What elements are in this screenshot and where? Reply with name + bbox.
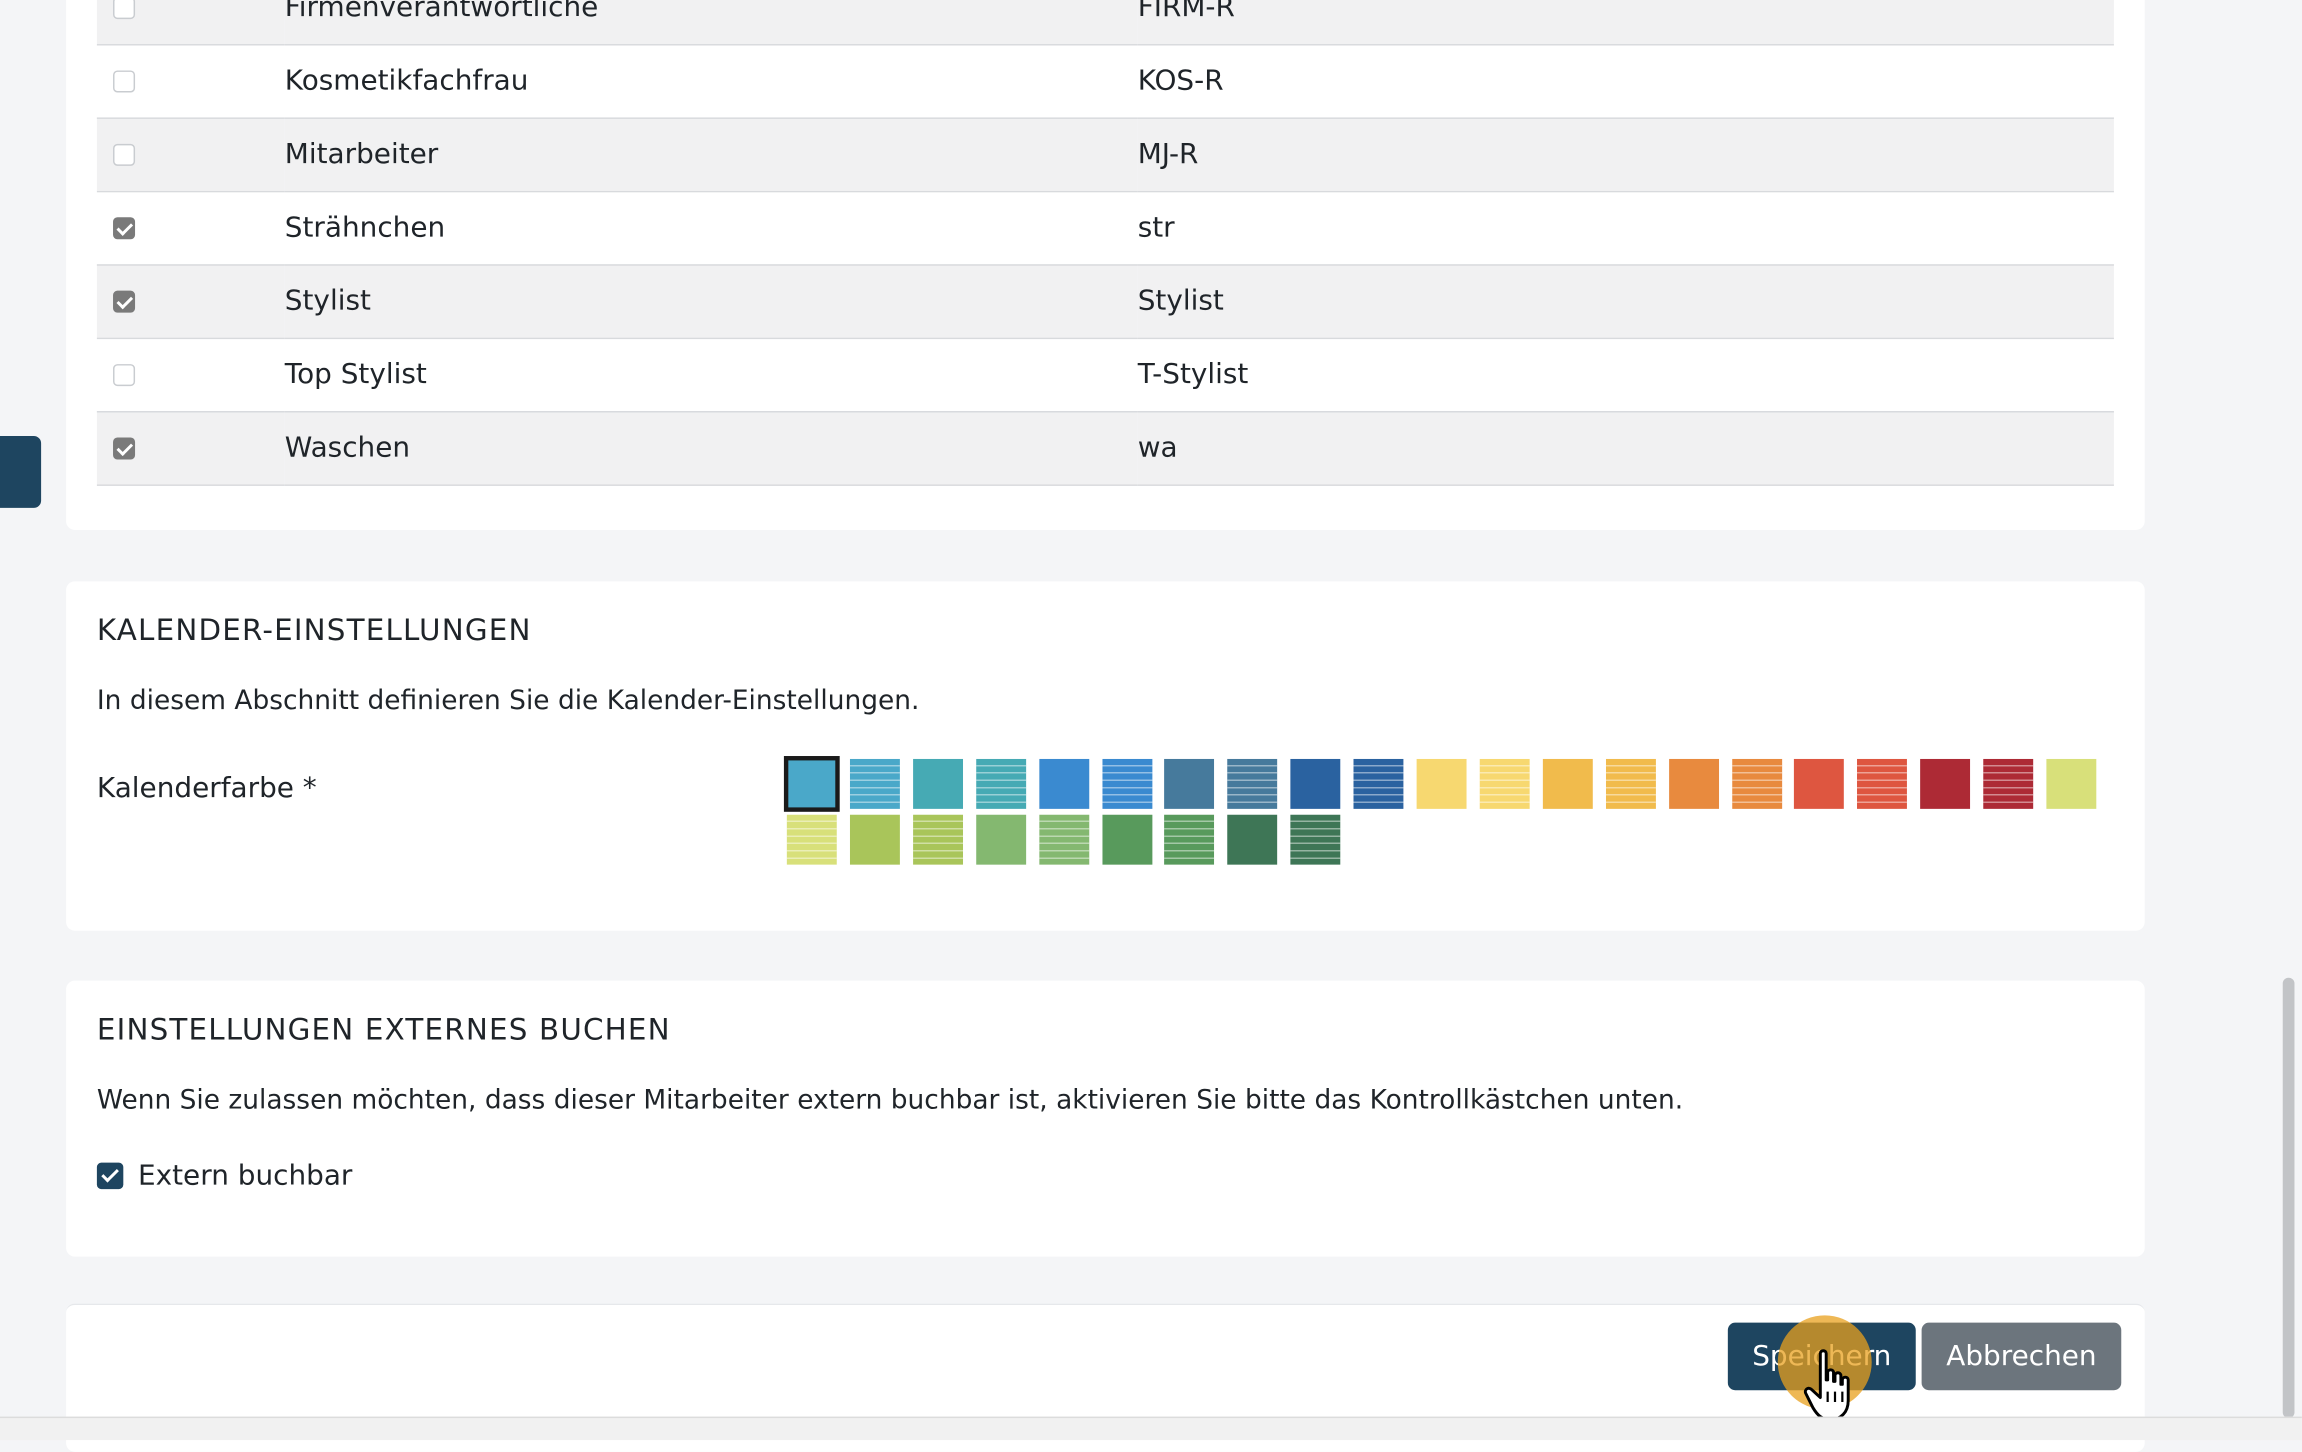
role-name: Mitarbeiter — [284, 117, 1138, 192]
role-name: Firmenverantwortliche — [284, 0, 1138, 45]
row-checkbox-cell — [96, 117, 285, 192]
role-checkbox[interactable] — [113, 290, 136, 313]
table-row: Waschen wa — [96, 411, 2114, 486]
color-swatch[interactable] — [1164, 758, 1215, 809]
role-code: FIRM-R — [1137, 0, 2114, 45]
color-swatch[interactable] — [975, 814, 1026, 865]
external-section-description: Wenn Sie zulassen möchten, dass dieser M… — [96, 1084, 1684, 1116]
color-swatch[interactable] — [1164, 814, 1215, 865]
color-swatch[interactable] — [1479, 758, 1530, 809]
table-row: Stylist Stylist — [96, 264, 2114, 339]
external-section-title: EINSTELLUNGEN EXTERNES BUCHEN — [96, 1011, 671, 1047]
color-swatch[interactable] — [975, 758, 1026, 809]
row-checkbox-cell — [96, 190, 285, 265]
table-row: Top Stylist T-Stylist — [96, 337, 2114, 412]
role-checkbox[interactable] — [113, 70, 136, 93]
cancel-button[interactable]: Abbrechen — [1921, 1322, 2122, 1391]
role-code: Stylist — [1137, 264, 2114, 339]
role-code: str — [1137, 190, 2114, 265]
table-row: Mitarbeiter MJ-R — [96, 117, 2114, 192]
role-name: Strähnchen — [284, 190, 1138, 265]
color-swatch[interactable] — [783, 756, 840, 812]
table-row: Firmenverantwortliche FIRM-R — [96, 0, 2114, 45]
color-swatch[interactable] — [1416, 758, 1467, 809]
color-swatch[interactable] — [1794, 758, 1845, 809]
color-swatch[interactable] — [2046, 758, 2097, 809]
color-swatch[interactable] — [1605, 758, 1656, 809]
calendar-section-description: In diesem Abschnitt definieren Sie die K… — [96, 685, 920, 717]
role-checkbox[interactable] — [113, 364, 136, 387]
page: Firmenverantwortliche FIRM-R Kosmetikfachf… — [0, 0, 2302, 1452]
role-checkbox[interactable] — [113, 0, 136, 19]
color-swatch[interactable] — [1542, 758, 1593, 809]
calendar-color-label: Kalenderfarbe * — [96, 772, 317, 805]
role-name: Top Stylist — [284, 337, 1138, 412]
color-swatch[interactable] — [1101, 814, 1152, 865]
color-swatch[interactable] — [1290, 758, 1341, 809]
horizontal-scrollbar[interactable] — [0, 1416, 2302, 1441]
color-swatch[interactable] — [1290, 814, 1341, 865]
color-swatch[interactable] — [1101, 758, 1152, 809]
role-code: KOS-R — [1137, 44, 2114, 119]
external-booking-card: EINSTELLUNGEN EXTERNES BUCHEN Wenn Sie z… — [66, 980, 2145, 1257]
extern-buchbar-checkbox[interactable] — [96, 1162, 124, 1190]
color-swatch[interactable] — [1227, 814, 1278, 865]
calendar-section-title: KALENDER-EINSTELLUNGEN — [96, 612, 532, 648]
color-swatch[interactable] — [1857, 758, 1908, 809]
role-code: MJ-R — [1137, 117, 2114, 192]
color-swatch[interactable] — [1038, 758, 1089, 809]
color-swatch[interactable] — [1920, 758, 1971, 809]
vertical-scrollbar-thumb[interactable] — [2282, 977, 2295, 1419]
color-swatch[interactable] — [786, 814, 837, 865]
row-checkbox-cell — [96, 0, 285, 45]
row-checkbox-cell — [96, 44, 285, 119]
row-checkbox-cell — [96, 411, 285, 486]
extern-buchbar-label: Extern buchbar — [137, 1159, 353, 1193]
side-panel-tab[interactable] — [0, 435, 42, 508]
color-swatch[interactable] — [1668, 758, 1719, 809]
role-checkbox[interactable] — [113, 437, 136, 460]
extern-buchbar-option[interactable]: Extern buchbar — [96, 1159, 353, 1193]
roles-table: Firmenverantwortliche FIRM-R Kosmetikfachf… — [96, 0, 2114, 486]
role-name: Stylist — [284, 264, 1138, 339]
color-swatch[interactable] — [1038, 814, 1089, 865]
color-swatch[interactable] — [849, 758, 900, 809]
calendar-settings-card: KALENDER-EINSTELLUNGEN In diesem Abschni… — [66, 581, 2145, 931]
color-swatch[interactable] — [849, 814, 900, 865]
role-name: Kosmetikfachfrau — [284, 44, 1138, 119]
table-row: Strähnchen str — [96, 190, 2114, 265]
hand-cursor-icon — [1803, 1349, 1850, 1422]
color-swatch[interactable] — [912, 758, 963, 809]
table-row: Kosmetikfachfrau KOS-R — [96, 44, 2114, 119]
color-swatch[interactable] — [1353, 758, 1404, 809]
color-swatch[interactable] — [1983, 758, 2034, 809]
roles-card: Firmenverantwortliche FIRM-R Kosmetikfachf… — [66, 0, 2145, 530]
color-swatch[interactable] — [1227, 758, 1278, 809]
row-checkbox-cell — [96, 264, 285, 339]
color-swatch[interactable] — [912, 814, 963, 865]
role-code: wa — [1137, 411, 2114, 486]
role-checkbox[interactable] — [113, 143, 136, 166]
role-name: Waschen — [284, 411, 1138, 486]
color-swatch[interactable] — [1731, 758, 1782, 809]
role-checkbox[interactable] — [113, 217, 136, 240]
role-code: T-Stylist — [1137, 337, 2114, 412]
row-checkbox-cell — [96, 337, 285, 412]
